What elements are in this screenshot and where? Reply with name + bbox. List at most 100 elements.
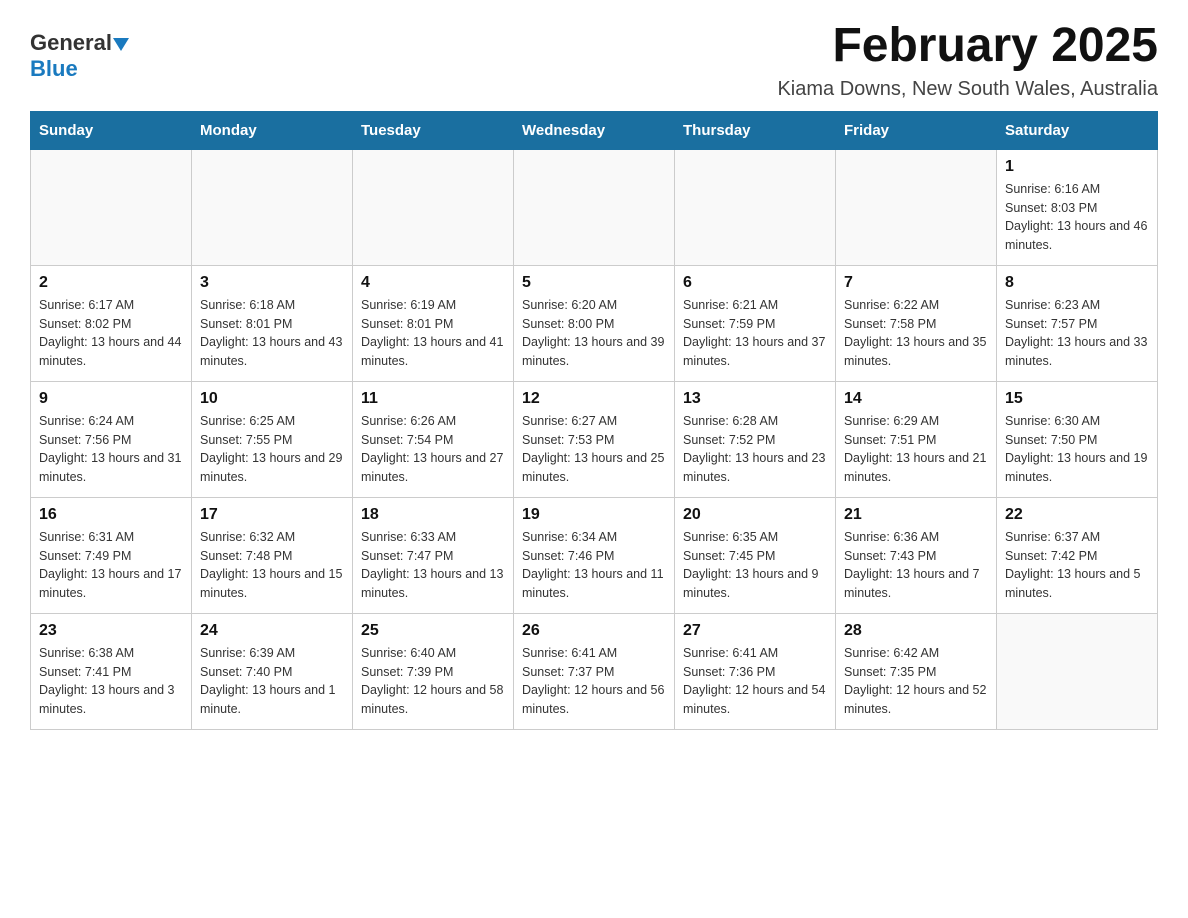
day-number: 18 bbox=[361, 506, 505, 524]
calendar-cell: 12 Sunrise: 6:27 AM Sunset: 7:53 PM Dayli… bbox=[514, 381, 675, 497]
title-block: February 2025 Kiama Downs, New South Wal… bbox=[777, 20, 1158, 101]
calendar-cell: 13 Sunrise: 6:28 AM Sunset: 7:52 PM Dayli… bbox=[675, 381, 836, 497]
day-number: 23 bbox=[39, 622, 183, 640]
day-number: 14 bbox=[844, 390, 988, 408]
calendar-cell: 7 Sunrise: 6:22 AM Sunset: 7:58 PM Daylig… bbox=[836, 265, 997, 381]
calendar-cell: 16 Sunrise: 6:31 AM Sunset: 7:49 PM Dayli… bbox=[31, 497, 192, 613]
day-number: 16 bbox=[39, 506, 183, 524]
day-number: 12 bbox=[522, 390, 666, 408]
calendar-cell: 11 Sunrise: 6:26 AM Sunset: 7:54 PM Dayli… bbox=[353, 381, 514, 497]
calendar-cell bbox=[31, 149, 192, 265]
day-info: Sunrise: 6:34 AM Sunset: 7:46 PM Dayligh… bbox=[522, 528, 666, 603]
weekday-header-sunday: Sunday bbox=[31, 111, 192, 149]
calendar-cell: 4 Sunrise: 6:19 AM Sunset: 8:01 PM Daylig… bbox=[353, 265, 514, 381]
day-number: 10 bbox=[200, 390, 344, 408]
calendar-cell: 1Sunrise: 6:16 AM Sunset: 8:03 PM Daylig… bbox=[997, 149, 1158, 265]
day-number: 19 bbox=[522, 506, 666, 524]
calendar-cell: 22 Sunrise: 6:37 AM Sunset: 7:42 PM Dayli… bbox=[997, 497, 1158, 613]
calendar-cell: 24 Sunrise: 6:39 AM Sunset: 7:40 PM Dayli… bbox=[192, 613, 353, 729]
day-number: 20 bbox=[683, 506, 827, 524]
day-number: 13 bbox=[683, 390, 827, 408]
calendar-cell bbox=[353, 149, 514, 265]
calendar-cell bbox=[997, 613, 1158, 729]
day-info: Sunrise: 6:24 AM Sunset: 7:56 PM Dayligh… bbox=[39, 412, 183, 487]
calendar-header: SundayMondayTuesdayWednesdayThursdayFrid… bbox=[31, 111, 1158, 149]
page-header: General Blue February 2025 Kiama Downs, … bbox=[30, 20, 1158, 101]
calendar-cell bbox=[192, 149, 353, 265]
weekday-header-row: SundayMondayTuesdayWednesdayThursdayFrid… bbox=[31, 111, 1158, 149]
day-info: Sunrise: 6:21 AM Sunset: 7:59 PM Dayligh… bbox=[683, 296, 827, 371]
day-info: Sunrise: 6:38 AM Sunset: 7:41 PM Dayligh… bbox=[39, 644, 183, 719]
day-info: Sunrise: 6:25 AM Sunset: 7:55 PM Dayligh… bbox=[200, 412, 344, 487]
day-number: 5 bbox=[522, 274, 666, 292]
day-number: 21 bbox=[844, 506, 988, 524]
weekday-header-thursday: Thursday bbox=[675, 111, 836, 149]
day-number: 4 bbox=[361, 274, 505, 292]
calendar-cell: 28Sunrise: 6:42 AM Sunset: 7:35 PM Dayli… bbox=[836, 613, 997, 729]
calendar-cell: 23 Sunrise: 6:38 AM Sunset: 7:41 PM Dayli… bbox=[31, 613, 192, 729]
day-info: Sunrise: 6:23 AM Sunset: 7:57 PM Dayligh… bbox=[1005, 296, 1149, 371]
day-info: Sunrise: 6:29 AM Sunset: 7:51 PM Dayligh… bbox=[844, 412, 988, 487]
calendar-cell: 18Sunrise: 6:33 AM Sunset: 7:47 PM Dayli… bbox=[353, 497, 514, 613]
calendar-cell: 19 Sunrise: 6:34 AM Sunset: 7:46 PM Dayli… bbox=[514, 497, 675, 613]
day-info: Sunrise: 6:16 AM Sunset: 8:03 PM Dayligh… bbox=[1005, 180, 1149, 255]
day-info: Sunrise: 6:27 AM Sunset: 7:53 PM Dayligh… bbox=[522, 412, 666, 487]
day-number: 22 bbox=[1005, 506, 1149, 524]
calendar-title: February 2025 bbox=[777, 20, 1158, 73]
logo: General Blue bbox=[30, 30, 129, 82]
logo-general-text: General bbox=[30, 30, 112, 56]
calendar-cell: 27 Sunrise: 6:41 AM Sunset: 7:36 PM Dayli… bbox=[675, 613, 836, 729]
day-info: Sunrise: 6:26 AM Sunset: 7:54 PM Dayligh… bbox=[361, 412, 505, 487]
calendar-cell: 9 Sunrise: 6:24 AM Sunset: 7:56 PM Daylig… bbox=[31, 381, 192, 497]
calendar-cell bbox=[836, 149, 997, 265]
logo-arrow-icon bbox=[113, 38, 129, 51]
day-info: Sunrise: 6:28 AM Sunset: 7:52 PM Dayligh… bbox=[683, 412, 827, 487]
day-number: 25 bbox=[361, 622, 505, 640]
calendar-week-1: 1Sunrise: 6:16 AM Sunset: 8:03 PM Daylig… bbox=[31, 149, 1158, 265]
day-number: 3 bbox=[200, 274, 344, 292]
weekday-header-saturday: Saturday bbox=[997, 111, 1158, 149]
calendar-cell bbox=[514, 149, 675, 265]
weekday-header-monday: Monday bbox=[192, 111, 353, 149]
day-number: 11 bbox=[361, 390, 505, 408]
calendar-cell bbox=[675, 149, 836, 265]
day-info: Sunrise: 6:17 AM Sunset: 8:02 PM Dayligh… bbox=[39, 296, 183, 371]
day-info: Sunrise: 6:19 AM Sunset: 8:01 PM Dayligh… bbox=[361, 296, 505, 371]
day-info: Sunrise: 6:36 AM Sunset: 7:43 PM Dayligh… bbox=[844, 528, 988, 603]
day-info: Sunrise: 6:35 AM Sunset: 7:45 PM Dayligh… bbox=[683, 528, 827, 603]
logo-blue-text: Blue bbox=[30, 56, 78, 82]
calendar-cell: 8Sunrise: 6:23 AM Sunset: 7:57 PM Daylig… bbox=[997, 265, 1158, 381]
day-number: 15 bbox=[1005, 390, 1149, 408]
calendar-table: SundayMondayTuesdayWednesdayThursdayFrid… bbox=[30, 111, 1158, 730]
day-info: Sunrise: 6:37 AM Sunset: 7:42 PM Dayligh… bbox=[1005, 528, 1149, 603]
day-number: 9 bbox=[39, 390, 183, 408]
day-info: Sunrise: 6:41 AM Sunset: 7:36 PM Dayligh… bbox=[683, 644, 827, 719]
day-info: Sunrise: 6:39 AM Sunset: 7:40 PM Dayligh… bbox=[200, 644, 344, 719]
calendar-cell: 5Sunrise: 6:20 AM Sunset: 8:00 PM Daylig… bbox=[514, 265, 675, 381]
day-number: 27 bbox=[683, 622, 827, 640]
calendar-cell: 21 Sunrise: 6:36 AM Sunset: 7:43 PM Dayli… bbox=[836, 497, 997, 613]
day-number: 17 bbox=[200, 506, 344, 524]
calendar-cell: 10 Sunrise: 6:25 AM Sunset: 7:55 PM Dayli… bbox=[192, 381, 353, 497]
day-number: 24 bbox=[200, 622, 344, 640]
calendar-week-2: 2 Sunrise: 6:17 AM Sunset: 8:02 PM Daylig… bbox=[31, 265, 1158, 381]
day-number: 6 bbox=[683, 274, 827, 292]
weekday-header-tuesday: Tuesday bbox=[353, 111, 514, 149]
calendar-cell: 6 Sunrise: 6:21 AM Sunset: 7:59 PM Daylig… bbox=[675, 265, 836, 381]
calendar-body: 1Sunrise: 6:16 AM Sunset: 8:03 PM Daylig… bbox=[31, 149, 1158, 729]
day-info: Sunrise: 6:30 AM Sunset: 7:50 PM Dayligh… bbox=[1005, 412, 1149, 487]
day-info: Sunrise: 6:31 AM Sunset: 7:49 PM Dayligh… bbox=[39, 528, 183, 603]
calendar-cell: 26Sunrise: 6:41 AM Sunset: 7:37 PM Dayli… bbox=[514, 613, 675, 729]
calendar-cell: 2 Sunrise: 6:17 AM Sunset: 8:02 PM Daylig… bbox=[31, 265, 192, 381]
weekday-header-friday: Friday bbox=[836, 111, 997, 149]
day-info: Sunrise: 6:40 AM Sunset: 7:39 PM Dayligh… bbox=[361, 644, 505, 719]
day-number: 7 bbox=[844, 274, 988, 292]
day-number: 2 bbox=[39, 274, 183, 292]
calendar-cell: 17Sunrise: 6:32 AM Sunset: 7:48 PM Dayli… bbox=[192, 497, 353, 613]
day-info: Sunrise: 6:41 AM Sunset: 7:37 PM Dayligh… bbox=[522, 644, 666, 719]
calendar-week-3: 9 Sunrise: 6:24 AM Sunset: 7:56 PM Daylig… bbox=[31, 381, 1158, 497]
calendar-week-5: 23 Sunrise: 6:38 AM Sunset: 7:41 PM Dayli… bbox=[31, 613, 1158, 729]
calendar-cell: 20 Sunrise: 6:35 AM Sunset: 7:45 PM Dayli… bbox=[675, 497, 836, 613]
day-info: Sunrise: 6:22 AM Sunset: 7:58 PM Dayligh… bbox=[844, 296, 988, 371]
calendar-week-4: 16 Sunrise: 6:31 AM Sunset: 7:49 PM Dayli… bbox=[31, 497, 1158, 613]
